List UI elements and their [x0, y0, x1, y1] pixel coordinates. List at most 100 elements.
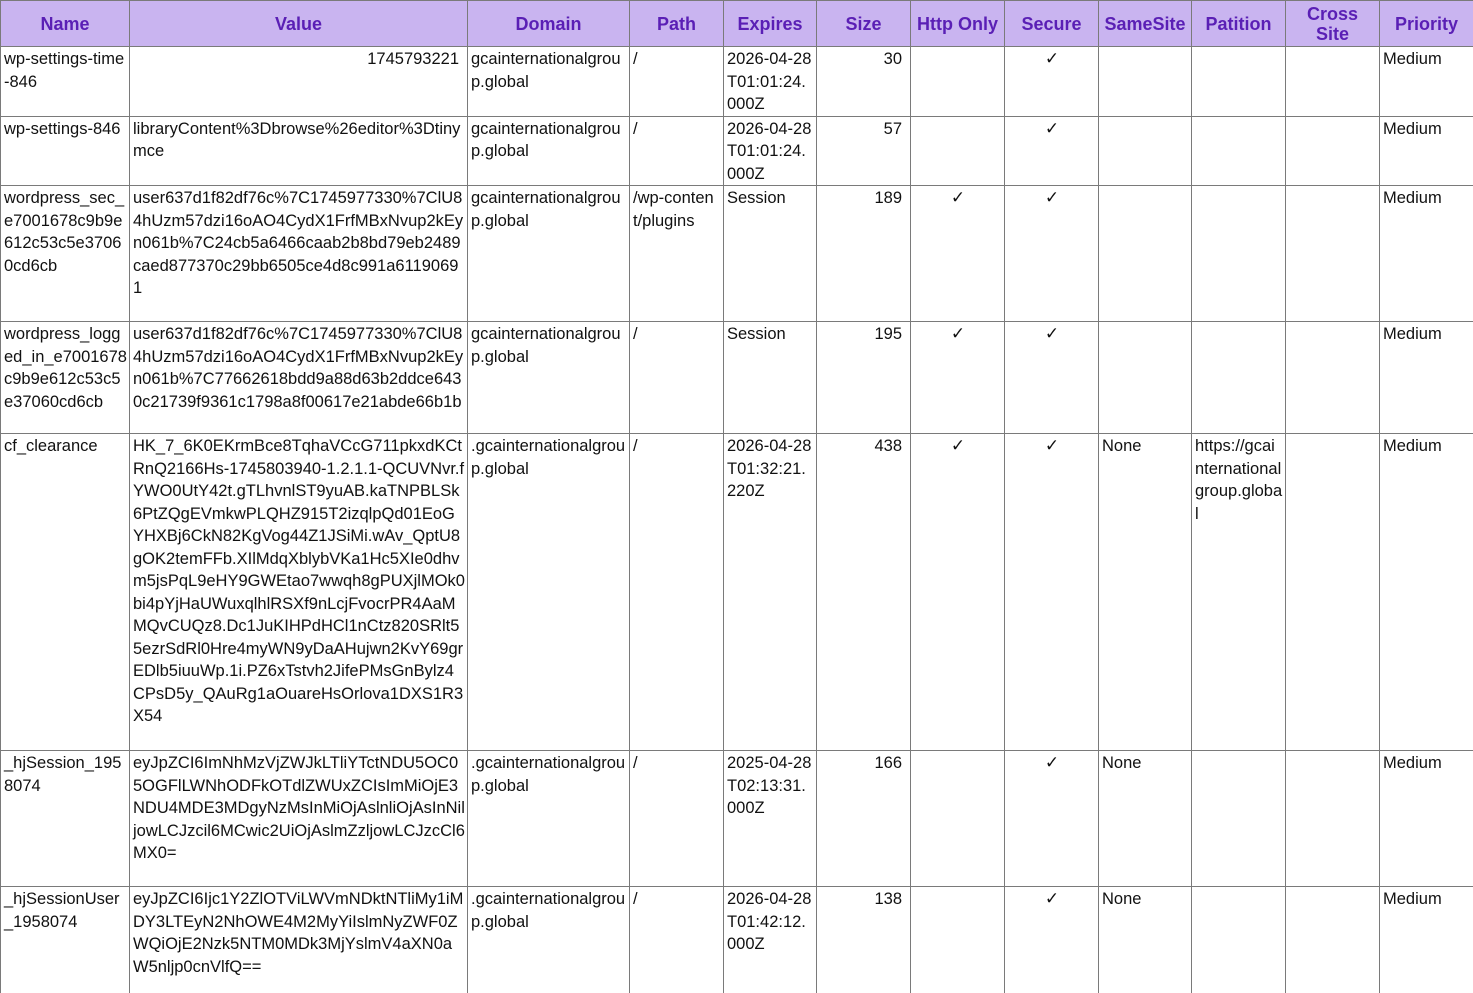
cell-http-only: [910, 886, 1005, 993]
header-cross-site[interactable]: Cross Site: [1285, 0, 1380, 47]
cell-path: /: [629, 115, 724, 186]
cell-value: eyJpZCI6Ijc1Y2ZlOTViLWVmNDktNTliMy1iMDY3…: [129, 886, 468, 993]
cell-priority: Medium: [1379, 886, 1473, 993]
cell-partition: [1191, 750, 1286, 887]
cell-cross-site: [1285, 321, 1380, 434]
cell-expires: 2026-04-28T01:01:24.000Z: [723, 46, 817, 117]
cell-name: _hjSessionUser_1958074: [0, 886, 130, 993]
cell-http-only: [910, 46, 1005, 117]
cell-partition: [1191, 886, 1286, 993]
cell-domain: gcainternationalgroup.global: [467, 46, 630, 117]
cell-cross-site: [1285, 115, 1380, 186]
header-path[interactable]: Path: [629, 0, 724, 47]
header-name[interactable]: Name: [0, 0, 130, 47]
cell-same-site: [1098, 115, 1192, 186]
cell-same-site: None: [1098, 750, 1192, 887]
cell-priority: Medium: [1379, 433, 1473, 751]
cell-http-only: ✓: [910, 321, 1005, 434]
header-secure[interactable]: Secure: [1004, 0, 1099, 47]
cell-cross-site: [1285, 750, 1380, 887]
table-row[interactable]: _hjSessionUser_1958074 eyJpZCI6Ijc1Y2ZlO…: [0, 886, 1473, 993]
cell-partition: [1191, 321, 1286, 434]
table-row[interactable]: cf_clearance HK_7_6K0EKrmBce8TqhaVCcG711…: [0, 433, 1473, 751]
cell-size: 166: [816, 750, 911, 887]
cell-partition: https://gcainternationalgroup.global: [1191, 433, 1286, 751]
cell-http-only: [910, 115, 1005, 186]
cell-value: eyJpZCI6ImNhMzVjZWJkLTliYTctNDU5OC05OGFl…: [129, 750, 468, 887]
cell-same-site: [1098, 321, 1192, 434]
cell-path: /: [629, 321, 724, 434]
cell-secure: ✓: [1004, 185, 1099, 322]
cell-cross-site: [1285, 185, 1380, 322]
cell-value: HK_7_6K0EKrmBce8TqhaVCcG711pkxdKCtRnQ216…: [129, 433, 468, 751]
cell-domain: .gcainternationalgroup.global: [467, 750, 630, 887]
header-same-site[interactable]: SameSite: [1098, 0, 1192, 47]
cell-size: 438: [816, 433, 911, 751]
cell-cross-site: [1285, 886, 1380, 993]
cell-priority: Medium: [1379, 115, 1473, 186]
cell-domain: gcainternationalgroup.global: [467, 115, 630, 186]
cell-name: cf_clearance: [0, 433, 130, 751]
cell-same-site: None: [1098, 886, 1192, 993]
table-row[interactable]: wordpress_logged_in_e7001678c9b9e612c53c…: [0, 321, 1473, 434]
cell-secure: ✓: [1004, 115, 1099, 186]
cookies-table: Name Value Domain Path Expires Size Http…: [0, 0, 1473, 993]
header-value[interactable]: Value: [129, 0, 468, 47]
header-priority[interactable]: Priority: [1379, 0, 1473, 47]
cell-path: /: [629, 750, 724, 887]
cell-path: /: [629, 433, 724, 751]
cell-same-site: None: [1098, 433, 1192, 751]
cell-secure: ✓: [1004, 321, 1099, 434]
cell-expires: Session: [723, 321, 817, 434]
cell-secure: ✓: [1004, 886, 1099, 993]
cell-domain: gcainternationalgroup.global: [467, 321, 630, 434]
table-header: Name Value Domain Path Expires Size Http…: [0, 0, 1473, 47]
cell-name: wordpress_logged_in_e7001678c9b9e612c53c…: [0, 321, 130, 434]
table-row[interactable]: wp-settings-846 libraryContent%3Dbrowse%…: [0, 115, 1473, 186]
table-row[interactable]: wordpress_sec_e7001678c9b9e612c53c5e3706…: [0, 185, 1473, 322]
cell-cross-site: [1285, 46, 1380, 117]
cell-expires: 2026-04-28T01:01:24.000Z: [723, 115, 817, 186]
cell-partition: [1191, 185, 1286, 322]
cell-partition: [1191, 115, 1286, 186]
header-row: Name Value Domain Path Expires Size Http…: [0, 0, 1473, 47]
table-row[interactable]: wp-settings-time-846 1745793221 gcainter…: [0, 46, 1473, 117]
cell-priority: Medium: [1379, 321, 1473, 434]
header-domain[interactable]: Domain: [467, 0, 630, 47]
cell-priority: Medium: [1379, 750, 1473, 887]
cell-cross-site: [1285, 433, 1380, 751]
cell-partition: [1191, 46, 1286, 117]
cell-expires: 2026-04-28T01:42:12.000Z: [723, 886, 817, 993]
header-partition[interactable]: Patition: [1191, 0, 1286, 47]
cell-expires: Session: [723, 185, 817, 322]
cell-domain: .gcainternationalgroup.global: [467, 886, 630, 993]
cell-same-site: [1098, 185, 1192, 322]
cell-value: libraryContent%3Dbrowse%26editor%3Dtinym…: [129, 115, 468, 186]
cell-name: _hjSession_1958074: [0, 750, 130, 887]
cell-path: /wp-content/plugins: [629, 185, 724, 322]
cell-http-only: [910, 750, 1005, 887]
header-size[interactable]: Size: [816, 0, 911, 47]
cell-value: 1745793221: [129, 46, 468, 117]
cell-same-site: [1098, 46, 1192, 117]
cell-secure: ✓: [1004, 433, 1099, 751]
cell-name: wordpress_sec_e7001678c9b9e612c53c5e3706…: [0, 185, 130, 322]
cell-secure: ✓: [1004, 750, 1099, 887]
table-row[interactable]: _hjSession_1958074 eyJpZCI6ImNhMzVjZWJkL…: [0, 750, 1473, 887]
cell-expires: 2025-04-28T02:13:31.000Z: [723, 750, 817, 887]
cell-domain: gcainternationalgroup.global: [467, 185, 630, 322]
cell-value: user637d1f82df76c%7C1745977330%7ClU84hUz…: [129, 321, 468, 434]
cell-domain: .gcainternationalgroup.global: [467, 433, 630, 751]
cell-name: wp-settings-846: [0, 115, 130, 186]
header-http-only[interactable]: Http Only: [910, 0, 1005, 47]
cell-size: 57: [816, 115, 911, 186]
cell-size: 189: [816, 185, 911, 322]
header-expires[interactable]: Expires: [723, 0, 817, 47]
cell-priority: Medium: [1379, 185, 1473, 322]
cell-name: wp-settings-time-846: [0, 46, 130, 117]
cell-path: /: [629, 886, 724, 993]
cell-size: 138: [816, 886, 911, 993]
cell-secure: ✓: [1004, 46, 1099, 117]
cell-path: /: [629, 46, 724, 117]
table-body: wp-settings-time-846 1745793221 gcainter…: [0, 46, 1473, 993]
